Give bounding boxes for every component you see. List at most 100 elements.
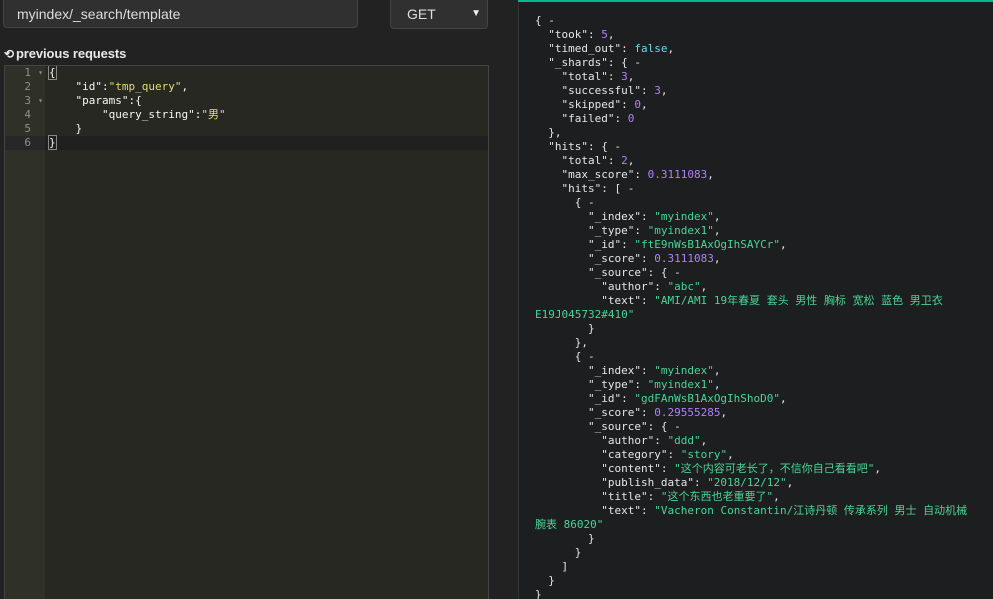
response-token: ,	[786, 476, 794, 489]
response-token: ]	[535, 560, 569, 573]
line-number: 6	[5, 136, 45, 150]
response-line: "took": 5,	[535, 28, 614, 42]
response-token: ,	[700, 280, 708, 293]
response-token: 0.3111083	[647, 168, 708, 181]
request-editor[interactable]: 1 ▾ {2 "id":"tmp_query", 3 ▾ "params":{4 "qu…	[4, 65, 489, 599]
response-line: 腕表 86020"	[535, 518, 603, 532]
code-token: "男"	[201, 108, 226, 121]
response-viewer[interactable]: { - "took": 5, "timed_out": false, "_sha…	[519, 2, 993, 599]
response-token: ,	[713, 364, 721, 377]
response-token: }	[535, 588, 542, 599]
response-token: },	[535, 126, 562, 139]
response-token: "total":	[535, 70, 622, 83]
response-line: "hits": [ -	[535, 182, 634, 196]
response-token: ,	[713, 210, 721, 223]
code-token: "params":{	[49, 94, 142, 107]
response-token: "total":	[535, 154, 622, 167]
code-token: {	[48, 66, 57, 80]
response-token: ,	[667, 42, 675, 55]
response-token: "_index":	[535, 210, 655, 223]
response-token: }	[535, 546, 582, 559]
line-number: 4	[24, 108, 31, 121]
response-token: "publish_data":	[535, 476, 708, 489]
response-line: }	[535, 588, 542, 599]
code-token: ,	[181, 80, 189, 93]
response-token: "gdFAnWsB1AxOgIhShoD0"	[634, 392, 781, 405]
response-token: ,	[773, 490, 780, 503]
editor-line[interactable]: 3 ▾ "params":{	[5, 94, 488, 108]
response-token: false	[634, 42, 668, 55]
response-line: }	[535, 532, 595, 546]
response-token: "_id":	[535, 392, 635, 405]
code-token: }	[49, 122, 83, 135]
response-token: "abc"	[667, 280, 701, 293]
response-line: ]	[535, 560, 568, 574]
editor-line[interactable]: 1 ▾ {	[5, 66, 488, 80]
response-line: "_index": "myindex",	[535, 210, 720, 224]
response-token: "author":	[535, 434, 668, 447]
response-token: "text":	[535, 294, 655, 307]
response-line: "_index": "myindex",	[535, 364, 720, 378]
response-token: "successful":	[535, 84, 655, 97]
response-token: ,	[627, 154, 635, 167]
method-value: GET	[407, 6, 436, 22]
response-token: 0	[634, 98, 641, 111]
response-line: "_score": 0.29555285,	[535, 406, 727, 420]
fold-toggle-icon[interactable]: ▾	[38, 66, 43, 80]
editor-line[interactable]: 6}	[5, 135, 488, 150]
method-select[interactable]: GET ▼	[390, 0, 488, 29]
editor-line[interactable]: 5 }	[5, 122, 488, 136]
response-token: ,	[640, 98, 648, 111]
response-line: E19J045732#410"	[535, 308, 634, 322]
response-token: "ftE9nWsB1AxOgIhSAYCr"	[634, 238, 781, 251]
code-text: {	[48, 66, 57, 80]
previous-requests-link[interactable]: ⟲ previous requests	[4, 46, 126, 61]
response-line: },	[535, 126, 562, 140]
code-token: }	[48, 135, 57, 150]
response-token: "ddd"	[667, 434, 701, 447]
response-token: ,	[874, 462, 881, 475]
response-token: "title":	[535, 490, 661, 503]
response-token: "_source": { -	[535, 266, 681, 279]
response-token: }	[535, 322, 595, 335]
response-token: "_score":	[535, 252, 655, 265]
response-token: ,	[713, 224, 721, 237]
response-line: "_shards": { -	[535, 56, 641, 70]
response-token: "_type":	[535, 224, 648, 237]
response-token: "timed_out":	[535, 42, 635, 55]
response-token: "_type":	[535, 378, 648, 391]
response-token: 0.29555285	[654, 406, 721, 419]
response-line: "_source": { -	[535, 266, 681, 280]
response-token: "这个东西也老重要了"	[660, 490, 774, 503]
response-line: "_id": "ftE9nWsB1AxOgIhSAYCr",	[535, 238, 787, 252]
response-token: { -	[535, 196, 595, 209]
response-token: }	[535, 532, 595, 545]
response-token: ,	[660, 84, 668, 97]
response-token: "hits": [ -	[535, 182, 635, 195]
editor-line[interactable]: 4 "query_string":"男"	[5, 108, 488, 122]
line-number: 1 ▾	[24, 66, 43, 80]
response-token: "2018/12/12"	[707, 476, 787, 489]
response-token: "_index":	[535, 364, 655, 377]
line-number: 3 ▾	[24, 94, 43, 108]
response-token: "myindex"	[654, 210, 714, 223]
response-line: "_type": "myindex1",	[535, 378, 720, 392]
response-line: }	[535, 546, 582, 560]
response-token: "took":	[535, 28, 602, 41]
response-token: 0.3111083	[654, 252, 714, 265]
response-token: { -	[535, 350, 595, 363]
editor-line[interactable]: 2 "id":"tmp_query",	[5, 80, 488, 94]
code-text: }	[49, 122, 82, 136]
response-line: "publish_data": "2018/12/12",	[535, 476, 793, 490]
response-line: "failed": 0	[535, 112, 634, 126]
response-line: "total": 2,	[535, 154, 634, 168]
response-line: }	[535, 574, 555, 588]
response-token: ,	[607, 28, 615, 41]
response-token: "_score":	[535, 406, 655, 419]
response-line: },	[535, 336, 588, 350]
response-token: ,	[713, 252, 721, 265]
response-line: { -	[535, 350, 595, 364]
url-input[interactable]: myindex/_search/template	[3, 0, 358, 28]
fold-toggle-icon[interactable]: ▾	[38, 94, 43, 108]
response-line: { -	[535, 14, 555, 28]
